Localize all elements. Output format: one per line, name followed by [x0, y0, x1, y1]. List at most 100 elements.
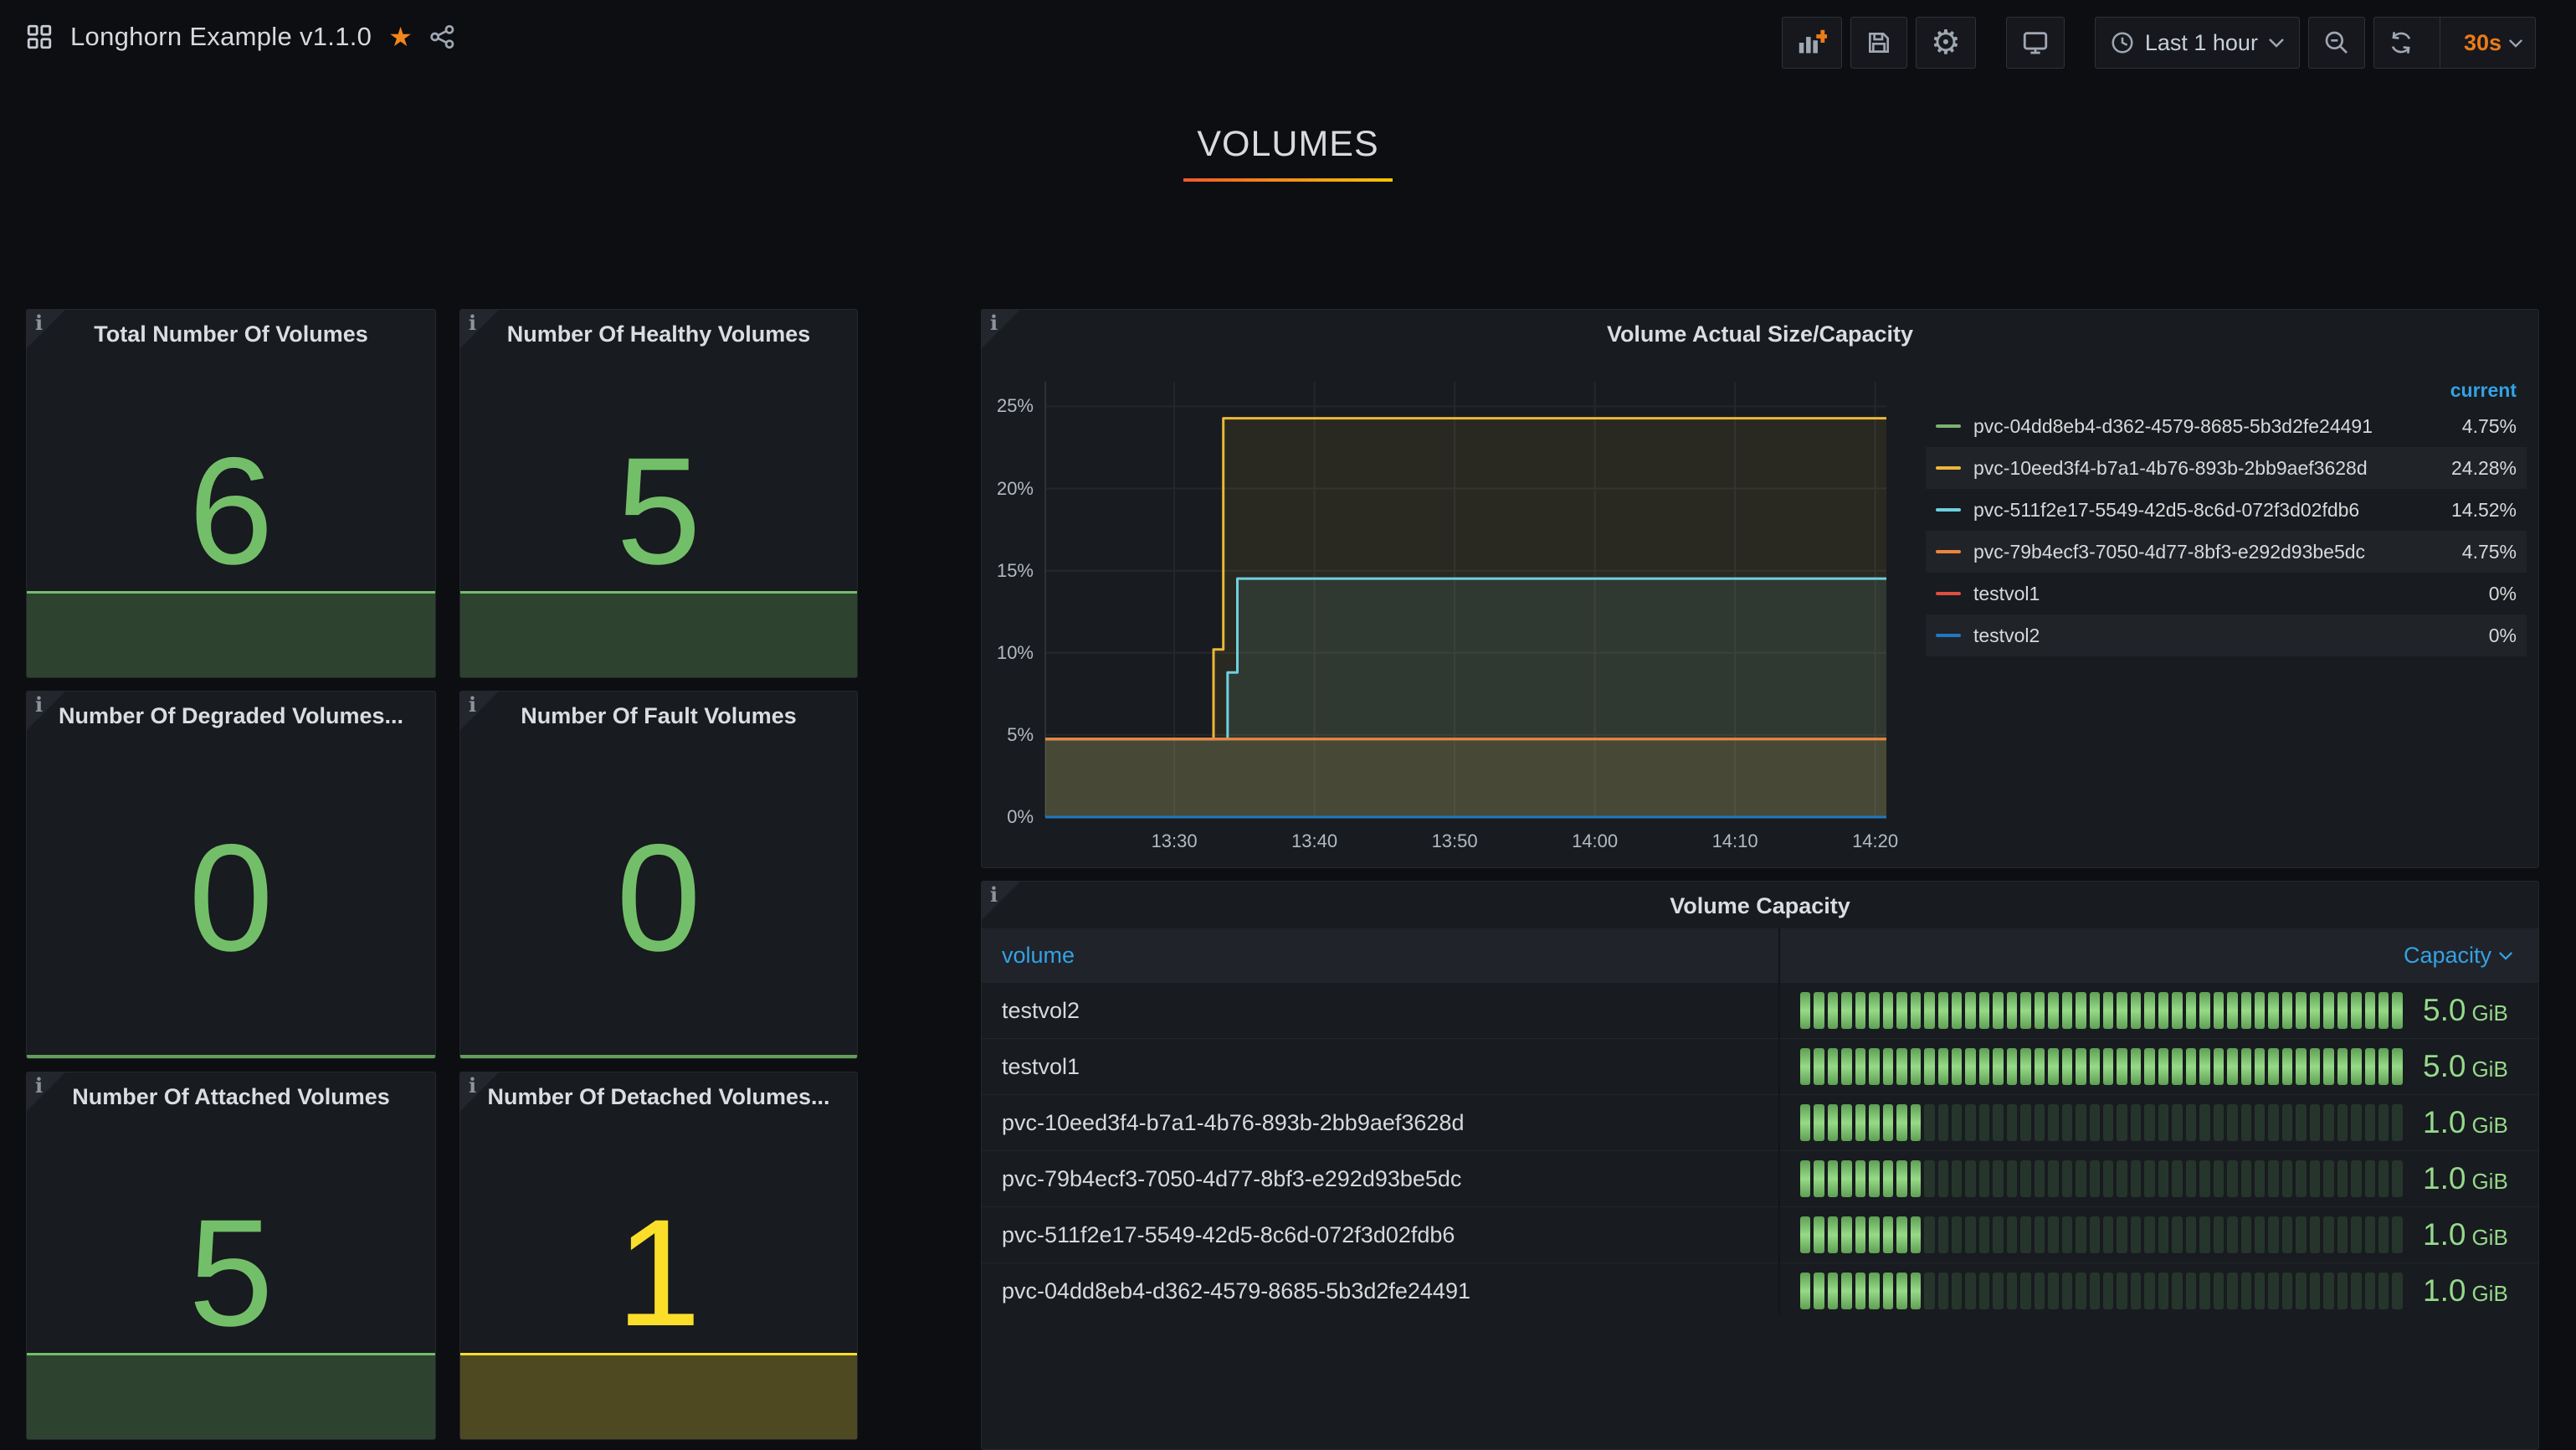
- panel-info-icon[interactable]: i: [460, 1072, 499, 1111]
- gauge-cell: [1814, 1160, 1824, 1197]
- gauge-cell: [2158, 1273, 2168, 1309]
- gauge-cell: [2158, 1104, 2168, 1141]
- gauge-cell: [2392, 1048, 2402, 1085]
- table-panel-title[interactable]: Volume Capacity: [982, 893, 2538, 919]
- panel-info-icon[interactable]: i: [460, 692, 499, 730]
- gauge-cell: [2227, 1216, 2237, 1253]
- gauge-cell: [1841, 1048, 1851, 1085]
- gauge-cell: [2214, 1048, 2224, 1085]
- gauge-cell: [2048, 1160, 2058, 1197]
- legend-series-current-value: 14.52%: [2451, 499, 2517, 522]
- panel-info-icon[interactable]: i: [982, 310, 1020, 348]
- chart-panel-title[interactable]: Volume Actual Size/Capacity: [982, 321, 2538, 347]
- cycle-view-mode-button[interactable]: [2006, 17, 2065, 69]
- column-header-volume[interactable]: volume: [982, 943, 1075, 969]
- zoom-out-button[interactable]: [2308, 17, 2365, 69]
- gauge-cell: [2268, 992, 2278, 1029]
- gauge-cell: [1952, 1273, 1962, 1309]
- legend-series-name[interactable]: testvol1: [1973, 583, 2472, 605]
- gauge-cell: [2241, 1160, 2251, 1197]
- stat-panel-title[interactable]: Total Number Of Volumes: [27, 321, 435, 347]
- gauge-cell: [2144, 1273, 2154, 1309]
- gauge-cell: [2144, 1160, 2154, 1197]
- gauge-cell: [1855, 1216, 1865, 1253]
- legend-current-header[interactable]: current: [1926, 375, 2527, 405]
- legend-row: testvol20%: [1926, 614, 2527, 656]
- y-axis-tick: 20%: [982, 478, 1034, 500]
- stat-value: 1: [460, 1190, 857, 1355]
- sort-desc-icon: [2498, 951, 2513, 960]
- gauge-cell: [2048, 992, 2058, 1029]
- refresh-button[interactable]: [2374, 29, 2428, 56]
- gauge-cell: [1855, 1273, 1865, 1309]
- gauge-cell: [2186, 992, 2196, 1029]
- gauge-cell: [2035, 1160, 2045, 1197]
- dashboard-title[interactable]: Longhorn Example v1.1.0: [70, 22, 372, 52]
- x-axis-tick: 14:10: [1685, 830, 1785, 852]
- chevron-down-icon: [2508, 39, 2523, 48]
- gauge-cell: [2035, 1048, 2045, 1085]
- refresh-icon: [2388, 29, 2414, 56]
- gauge-cell: [2214, 1216, 2224, 1253]
- stat-panel-title[interactable]: Number Of Degraded Volumes...: [27, 703, 435, 729]
- gauge-cell: [2048, 1104, 2058, 1141]
- gauge-cell: [2144, 992, 2154, 1029]
- stat-panel-title[interactable]: Number Of Healthy Volumes: [460, 321, 857, 347]
- stat-panel-title[interactable]: Number Of Attached Volumes: [27, 1084, 435, 1110]
- column-header-capacity[interactable]: Capacity: [2404, 943, 2538, 969]
- gauge-cell: [2076, 992, 2086, 1029]
- dashboard-header: Longhorn Example v1.1.0 ★: [25, 22, 456, 52]
- gauge-cell: [2131, 992, 2141, 1029]
- zoom-out-icon: [2323, 29, 2350, 56]
- save-dashboard-button[interactable]: [1850, 17, 1907, 69]
- timeseries-plot[interactable]: [1045, 382, 1886, 817]
- refresh-interval-dropdown[interactable]: 30s: [2452, 30, 2535, 56]
- gauge-cell: [2365, 1160, 2375, 1197]
- legend-series-name[interactable]: testvol2: [1973, 625, 2472, 647]
- legend-series-name[interactable]: pvc-511f2e17-5549-42d5-8c6d-072f3d02fdb6: [1973, 499, 2435, 522]
- gauge-cell: [2103, 1273, 2113, 1309]
- stat-panel-title[interactable]: Number Of Detached Volumes...: [460, 1084, 857, 1110]
- dashboard-grid-icon[interactable]: [25, 23, 54, 51]
- table-row: pvc-79b4ecf3-7050-4d77-8bf3-e292d93be5dc…: [982, 1150, 2538, 1206]
- panel-info-icon[interactable]: i: [27, 310, 65, 348]
- gauge-cell: [2241, 1048, 2251, 1085]
- y-axis-tick: 0%: [982, 806, 1034, 828]
- panel-info-icon[interactable]: i: [27, 1072, 65, 1111]
- volume-name-cell: pvc-511f2e17-5549-42d5-8c6d-072f3d02fdb6: [982, 1222, 1778, 1248]
- time-range-picker[interactable]: Last 1 hour: [2095, 17, 2300, 69]
- legend-row: pvc-511f2e17-5549-42d5-8c6d-072f3d02fdb6…: [1926, 489, 2527, 531]
- gauge-cell: [2255, 1216, 2265, 1253]
- table-header-row: volume Capacity: [982, 928, 2538, 982]
- gauge-cell: [2076, 1273, 2086, 1309]
- share-icon[interactable]: [429, 23, 456, 50]
- gauge-cell: [2117, 1216, 2127, 1253]
- gauge-cell: [2351, 1104, 2361, 1141]
- legend-series-name[interactable]: pvc-04dd8eb4-d362-4579-8685-5b3d2fe24491: [1973, 415, 2445, 438]
- gauge-cell: [1979, 1273, 1989, 1309]
- legend-series-name[interactable]: pvc-79b4ecf3-7050-4d77-8bf3-e292d93be5dc: [1973, 541, 2445, 563]
- add-panel-button[interactable]: [1782, 17, 1842, 69]
- gauge-cell: [2351, 992, 2361, 1029]
- gauge-cell: [2378, 1216, 2389, 1253]
- dashboard-toolbar: ⚙ Last 1 hour: [1782, 17, 2536, 69]
- gauge-cell: [2048, 1216, 2058, 1253]
- gauge-cell: [1965, 1160, 1975, 1197]
- settings-button[interactable]: ⚙: [1916, 17, 1976, 69]
- gauge-cell: [1828, 1273, 1838, 1309]
- gauge-cell: [2186, 1216, 2196, 1253]
- star-icon[interactable]: ★: [388, 23, 413, 50]
- x-axis-tick: 14:20: [1825, 830, 1926, 852]
- panel-volume-capacity: iVolume CapacityvolumeCapacitytestvol25.…: [981, 881, 2539, 1450]
- stat-panel-title[interactable]: Number Of Fault Volumes: [460, 703, 857, 729]
- gauge-cell: [1952, 1216, 1962, 1253]
- gauge-cell: [2323, 1273, 2333, 1309]
- table-row: pvc-10eed3f4-b7a1-4b76-893b-2bb9aef3628d…: [982, 1094, 2538, 1150]
- gauge-cell: [1800, 1273, 1810, 1309]
- gauge-cell: [2131, 1216, 2141, 1253]
- gauge-cell: [2103, 1048, 2113, 1085]
- legend-series-name[interactable]: pvc-10eed3f4-b7a1-4b76-893b-2bb9aef3628d: [1973, 457, 2435, 480]
- panel-info-icon[interactable]: i: [982, 882, 1020, 920]
- panel-info-icon[interactable]: i: [27, 692, 65, 730]
- panel-info-icon[interactable]: i: [460, 310, 499, 348]
